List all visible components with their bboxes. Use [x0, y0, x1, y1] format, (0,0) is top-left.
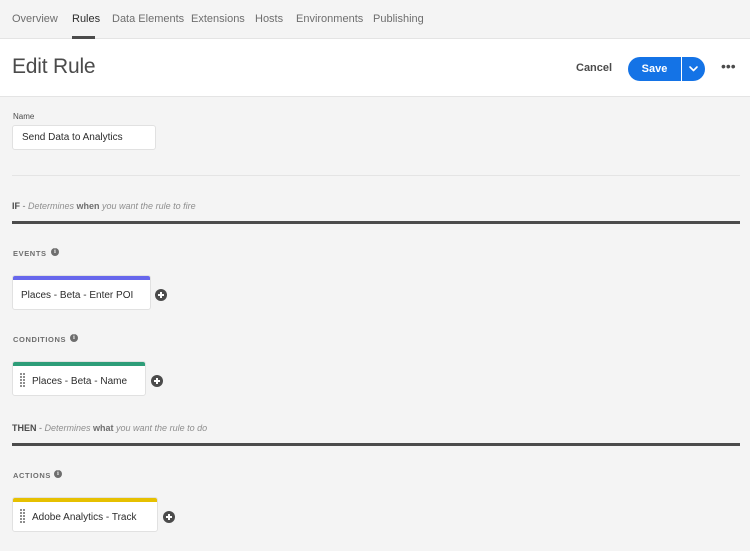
- add-condition-icon[interactable]: [151, 375, 163, 387]
- tab-data-elements[interactable]: Data Elements: [112, 13, 184, 25]
- more-options-button[interactable]: •••: [721, 59, 736, 73]
- drag-handle-icon[interactable]: [20, 373, 25, 389]
- action-card[interactable]: Adobe Analytics - Track: [12, 497, 158, 532]
- if-keyword: IF: [12, 201, 20, 211]
- page-title: Edit Rule: [12, 55, 96, 78]
- tab-extensions[interactable]: Extensions: [191, 13, 245, 25]
- event-label: Places - Beta - Enter POI: [21, 290, 134, 301]
- if-desc-bold: when: [76, 201, 100, 211]
- add-event-icon[interactable]: [155, 289, 167, 301]
- then-desc-post: you want the rule to do: [113, 423, 208, 433]
- then-separator: -: [36, 423, 45, 433]
- actions-label: ACTIONS: [13, 471, 51, 480]
- cancel-button[interactable]: Cancel: [576, 62, 612, 74]
- chevron-down-icon: [689, 66, 698, 72]
- tab-hosts[interactable]: Hosts: [255, 13, 283, 25]
- rule-name-input[interactable]: Send Data to Analytics: [12, 125, 156, 150]
- condition-label: Places - Beta - Name: [32, 376, 128, 387]
- action-color-bar: [13, 498, 157, 502]
- info-icon[interactable]: i: [70, 334, 78, 342]
- divider: [12, 175, 740, 176]
- save-options-button[interactable]: [682, 57, 705, 81]
- top-nav: Overview Rules Data Elements Extensions …: [0, 0, 750, 39]
- then-divider: [12, 443, 740, 446]
- then-desc-bold: what: [93, 423, 114, 433]
- tab-publishing[interactable]: Publishing: [373, 13, 424, 25]
- then-desc-pre: Determines: [44, 423, 94, 433]
- name-label: Name: [13, 112, 35, 121]
- if-separator: -: [20, 201, 28, 211]
- if-desc-post: you want the rule to fire: [99, 201, 196, 211]
- tab-overview[interactable]: Overview: [12, 13, 58, 25]
- events-label: EVENTS: [13, 249, 47, 258]
- page-header: Edit Rule Cancel Save •••: [0, 39, 750, 97]
- tab-environments[interactable]: Environments: [296, 13, 363, 25]
- info-icon[interactable]: i: [54, 470, 62, 478]
- action-label: Adobe Analytics - Track: [32, 512, 137, 523]
- tab-rules[interactable]: Rules: [72, 13, 100, 25]
- then-keyword: THEN: [12, 423, 37, 433]
- event-card[interactable]: Places - Beta - Enter POI: [12, 275, 151, 310]
- save-button-group: Save: [628, 57, 705, 81]
- save-button[interactable]: Save: [628, 57, 681, 81]
- conditions-label: CONDITIONS: [13, 335, 67, 344]
- event-color-bar: [13, 276, 150, 280]
- drag-handle-icon[interactable]: [20, 509, 25, 525]
- if-section-heading: IF - Determines when you want the rule t…: [12, 201, 196, 211]
- if-desc-pre: Determines: [28, 201, 77, 211]
- condition-card[interactable]: Places - Beta - Name: [12, 361, 146, 396]
- add-action-icon[interactable]: [163, 511, 175, 523]
- condition-color-bar: [13, 362, 145, 366]
- if-divider: [12, 221, 740, 224]
- info-icon[interactable]: i: [51, 248, 59, 256]
- then-section-heading: THEN - Determines what you want the rule…: [12, 423, 207, 433]
